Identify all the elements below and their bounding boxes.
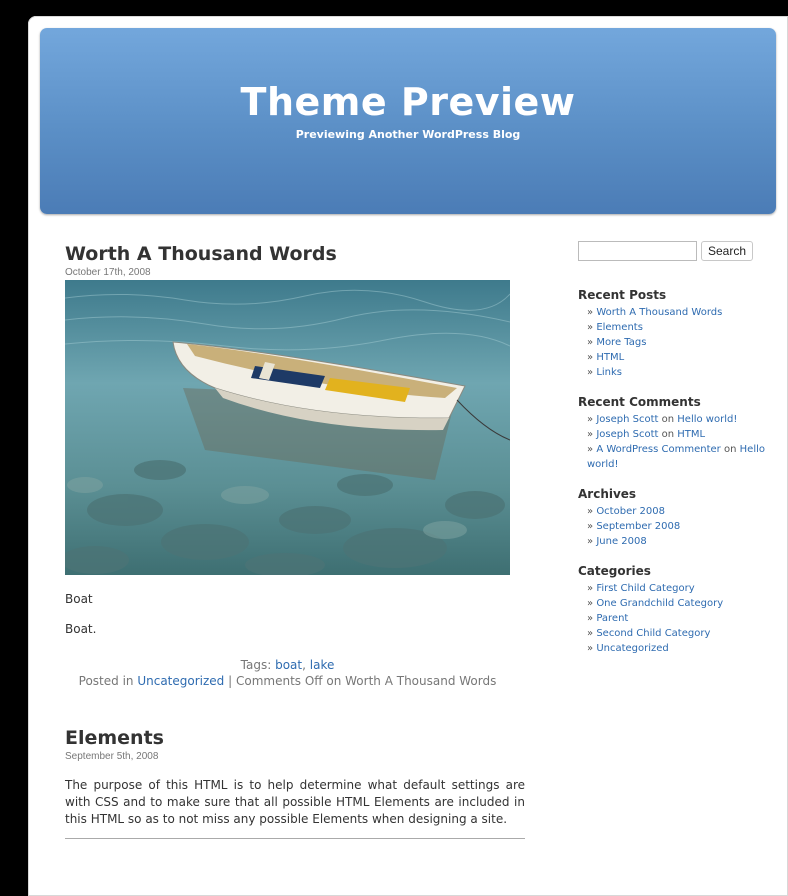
category-link[interactable]: Second Child Category xyxy=(596,628,710,639)
list-item: » Parent xyxy=(587,613,629,624)
archives-widget: Archives » October 2008 » September 2008… xyxy=(578,486,768,549)
comment-author-link[interactable]: Joseph Scott xyxy=(596,414,658,425)
category-link[interactable]: Uncategorized xyxy=(137,674,224,688)
list-item: » A WordPress Commenter on Hello world! xyxy=(587,444,765,470)
list-item: » October 2008 xyxy=(587,506,665,517)
image-caption: Boat xyxy=(65,592,93,606)
post: Worth A Thousand Words October 17th, 200… xyxy=(65,242,525,689)
post-date: October 17th, 2008 xyxy=(65,267,151,278)
post-date: September 5th, 2008 xyxy=(65,751,159,762)
post-body: The purpose of this HTML is to help dete… xyxy=(65,778,525,826)
list-item: » One Grandchild Category xyxy=(587,598,724,609)
recent-comments-list: » Joseph Scott on Hello world! » Joseph … xyxy=(578,412,768,472)
category-link[interactable]: First Child Category xyxy=(596,583,694,594)
post-entry: The purpose of this HTML is to help dete… xyxy=(65,777,525,828)
recent-post-link[interactable]: Links xyxy=(596,367,622,378)
category-link[interactable]: Parent xyxy=(596,613,628,624)
list-item: » Worth A Thousand Words xyxy=(587,307,723,318)
site-title[interactable]: Theme Preview xyxy=(40,80,776,124)
list-item: » More Tags xyxy=(587,337,647,348)
post-title[interactable]: Worth A Thousand Words xyxy=(65,242,525,266)
list-item: » Uncategorized xyxy=(587,643,669,654)
recent-post-link[interactable]: Worth A Thousand Words xyxy=(596,307,722,318)
divider xyxy=(65,838,525,839)
post-image xyxy=(65,280,510,575)
comment-post-link[interactable]: HTML xyxy=(677,429,705,440)
posted-in-label: Posted in xyxy=(78,674,134,688)
widget-title: Recent Comments xyxy=(578,395,701,409)
widget-title: Recent Posts xyxy=(578,288,667,302)
search-input[interactable] xyxy=(578,241,697,261)
search-button[interactable]: Search xyxy=(701,241,754,261)
list-item: » Joseph Scott on HTML xyxy=(587,429,706,440)
categories-list: » First Child Category » One Grandchild … xyxy=(578,581,768,656)
post-entry: Boat Boat. xyxy=(65,591,525,637)
tag-link[interactable]: boat xyxy=(275,658,302,672)
recent-comments-widget: Recent Comments » Joseph Scott on Hello … xyxy=(578,394,768,472)
category-link[interactable]: Uncategorized xyxy=(596,643,668,654)
category-link[interactable]: One Grandchild Category xyxy=(596,598,723,609)
recent-post-link[interactable]: HTML xyxy=(596,352,624,363)
recent-post-link[interactable]: More Tags xyxy=(596,337,646,348)
archives-list: » October 2008 » September 2008 » June 2… xyxy=(578,504,768,549)
list-item: » First Child Category xyxy=(587,583,695,594)
main-content: Worth A Thousand Words October 17th, 200… xyxy=(65,242,525,839)
meta-separator: | xyxy=(228,674,233,688)
post-category-line: Posted in Uncategorized | Comments Off o… xyxy=(65,673,510,689)
page: Theme Preview Previewing Another WordPre… xyxy=(28,16,788,896)
comment-post-link[interactable]: Hello world! xyxy=(677,414,737,425)
search-form: Search xyxy=(578,241,768,261)
list-item: » Second Child Category xyxy=(587,628,711,639)
list-item: » HTML xyxy=(587,352,625,363)
widget-title: Archives xyxy=(578,487,637,501)
tags-label: Tags: xyxy=(240,658,272,672)
archive-link[interactable]: June 2008 xyxy=(596,536,646,547)
tag-link[interactable]: lake xyxy=(310,658,335,672)
post: Elements September 5th, 2008 The purpose… xyxy=(65,726,525,839)
recent-posts-list: » Worth A Thousand Words » Elements » Mo… xyxy=(578,305,768,380)
categories-widget: Categories » First Child Category » One … xyxy=(578,563,768,656)
sidebar: Search Recent Posts » Worth A Thousand W… xyxy=(578,241,768,656)
list-item: » Joseph Scott on Hello world! xyxy=(587,414,738,425)
archive-link[interactable]: October 2008 xyxy=(596,506,665,517)
recent-post-link[interactable]: Elements xyxy=(596,322,643,333)
comment-author-link[interactable]: A WordPress Commenter xyxy=(596,444,720,455)
widget-title: Categories xyxy=(578,564,651,578)
list-item: » Elements xyxy=(587,322,643,333)
post-body: Boat. xyxy=(65,622,97,636)
post-title[interactable]: Elements xyxy=(65,726,525,750)
list-item: » September 2008 xyxy=(587,521,681,532)
archive-link[interactable]: September 2008 xyxy=(596,521,680,532)
post-meta: Tags: boat, lake Posted in Uncategorized… xyxy=(65,657,510,689)
site-description: Previewing Another WordPress Blog xyxy=(295,128,521,141)
post-tags: Tags: boat, lake xyxy=(240,658,335,672)
comment-author-link[interactable]: Joseph Scott xyxy=(596,429,658,440)
list-item: » Links xyxy=(587,367,623,378)
recent-posts-widget: Recent Posts » Worth A Thousand Words » … xyxy=(578,287,768,380)
comments-status: Comments Off on Worth A Thousand Words xyxy=(236,674,497,688)
site-header: Theme Preview Previewing Another WordPre… xyxy=(40,28,776,214)
list-item: » June 2008 xyxy=(587,536,647,547)
